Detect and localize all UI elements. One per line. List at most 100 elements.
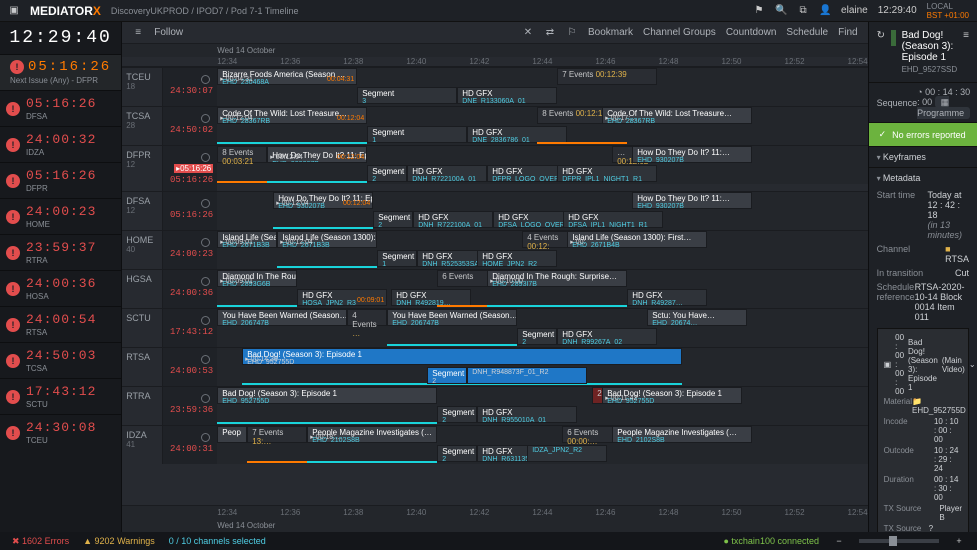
record-icon[interactable] bbox=[201, 153, 210, 162]
timeline-clip[interactable]: Segment 2 bbox=[427, 367, 467, 384]
channel-status[interactable]: 24:00:53 bbox=[162, 348, 217, 386]
more-icon[interactable]: ≡ bbox=[963, 30, 969, 41]
channel-status[interactable]: 24:00:36 bbox=[162, 270, 217, 308]
channel-track[interactable]: Peop 7 Events 13:… People Magazine Inves… bbox=[217, 426, 867, 464]
warnings-count[interactable]: ▲ 9202 Warnings bbox=[83, 536, 155, 546]
alert-row[interactable]: 23:59:37 RTRA bbox=[0, 234, 121, 270]
timeline-clip[interactable]: HD GFX HOSA_JPN2_R3 00:09:01 bbox=[297, 289, 387, 306]
channel-groups-button[interactable]: Channel Groups bbox=[643, 27, 716, 38]
breadcrumb[interactable]: DiscoveryUKPROD / IPOD7 / Pod 7-1 Timeli… bbox=[111, 6, 299, 16]
alert-row[interactable]: 05:16:26 DFSA bbox=[0, 90, 121, 126]
channel-status[interactable]: 23:59:36 bbox=[162, 387, 217, 425]
user-name[interactable]: elaine bbox=[841, 5, 868, 16]
channel-label[interactable]: SCTU bbox=[122, 309, 162, 347]
timeline-clip[interactable]: Segment 1 bbox=[367, 126, 467, 143]
timeline-clip[interactable]: How Do They Do It? 11: Episode 4 ↖ EHD_9… bbox=[267, 146, 367, 163]
channel-status[interactable]: ▸05:16:26 05:16:26 bbox=[162, 146, 217, 191]
timeline-clip[interactable]: Bizarre Foods America (Season … EHD_2304… bbox=[217, 68, 357, 85]
channels-selected[interactable]: 0 / 10 channels selected bbox=[169, 536, 266, 546]
record-icon[interactable] bbox=[201, 114, 210, 123]
record-icon[interactable] bbox=[201, 394, 210, 403]
schedule-button[interactable]: Schedule bbox=[786, 27, 828, 38]
plus-icon[interactable]: + bbox=[953, 536, 965, 546]
alert-row[interactable]: 24:50:03 TCSA bbox=[0, 342, 121, 378]
timeline-clip[interactable]: Segment 3 bbox=[357, 87, 457, 104]
record-icon[interactable] bbox=[201, 199, 210, 208]
media-tag[interactable]: (Main Video) bbox=[942, 356, 965, 374]
channel-label[interactable]: RTSA bbox=[122, 348, 162, 386]
alert-row[interactable]: 24:00:32 IDZA bbox=[0, 126, 121, 162]
timeline-clip[interactable]: How Do They Do It? 11: Episode 4 EHD_930… bbox=[273, 192, 373, 209]
timeline-clip[interactable]: Segment 2 bbox=[437, 406, 477, 423]
channel-label[interactable]: HOME40 bbox=[122, 231, 162, 269]
channel-label[interactable]: TCEU18 bbox=[122, 68, 162, 106]
timeline-clip[interactable]: Segment 1 bbox=[377, 250, 417, 267]
channel-status[interactable]: 24:00:23 bbox=[162, 231, 217, 269]
record-icon[interactable] bbox=[201, 75, 210, 84]
errors-count[interactable]: ✖ 1602 Errors bbox=[12, 536, 69, 547]
channel-status[interactable]: 17:43:12 bbox=[162, 309, 217, 347]
channel-status[interactable]: 24:30:07 bbox=[162, 68, 217, 106]
section-metadata[interactable]: Metadata bbox=[869, 167, 977, 188]
channel-label[interactable]: IDZA41 bbox=[122, 426, 162, 464]
flag-icon[interactable]: ⚐ bbox=[566, 27, 578, 38]
channel-track[interactable]: Diamond In The Rough: Bigger K… EHD_2893… bbox=[217, 270, 867, 308]
timeline-clip[interactable]: You Have Been Warned (Season… EHD_206747… bbox=[387, 309, 517, 326]
timeline-clip[interactable]: Segment 2 bbox=[373, 211, 413, 228]
menu-icon[interactable]: ≡ bbox=[132, 27, 144, 38]
channel-label[interactable]: DFSA12 bbox=[122, 192, 162, 230]
channel-track[interactable]: Island Life (Season 1… EHD_2671B3B ▸ 00:… bbox=[217, 231, 867, 269]
follow-toggle[interactable]: Follow bbox=[154, 27, 183, 38]
timeline-clip[interactable]: HD GFX DFPR_IPL1_NIGHT1_R1 bbox=[557, 165, 657, 182]
timeline-clip[interactable]: DNH_R948873F_01_R2 bbox=[467, 367, 587, 384]
channel-track[interactable]: Code Of The Wild: Lost Treasure… EHD_283… bbox=[217, 107, 867, 145]
timeline-clip[interactable]: Bad Dog! (Season 3): Episode 1 EHD_95275… bbox=[602, 387, 742, 404]
timeline-clip[interactable]: HD GFX DNH_R955010A_01 bbox=[477, 406, 577, 423]
cut-icon[interactable]: ✕ bbox=[522, 27, 534, 38]
timeline-clip[interactable]: How Do They Do It? 11:… EHD_930207B bbox=[632, 146, 752, 163]
countdown-button[interactable]: Countdown bbox=[726, 27, 777, 38]
timeline-clip[interactable]: HD GFX DNE_2836786_01 bbox=[467, 126, 567, 143]
record-icon[interactable] bbox=[201, 355, 210, 364]
timeline-clip[interactable]: HD GFX DFSA_IPL1_NIGHT1_R1 bbox=[563, 211, 663, 228]
channel-status[interactable]: 24:00:31 bbox=[162, 426, 217, 464]
alert-row[interactable]: 24:00:36 HOSA bbox=[0, 270, 121, 306]
timeline-clip[interactable]: Island Life (Season 1… EHD_2671B3B ▸ 00:… bbox=[217, 231, 277, 248]
swap-icon[interactable]: ⇄ bbox=[544, 27, 556, 38]
record-icon[interactable] bbox=[201, 316, 210, 325]
timeline-clip[interactable]: HD GFX DNH_R49287… bbox=[627, 289, 707, 306]
timeline-clip[interactable]: Sctu: You Have… EHD_20674… bbox=[647, 309, 747, 326]
timeline-clip[interactable]: IDZA_JPN2_R2 bbox=[527, 445, 607, 462]
search-icon[interactable]: 🔍 bbox=[775, 5, 787, 16]
timeline-clip[interactable]: You Have Been Warned (Season… EHD_206747… bbox=[217, 309, 347, 326]
timeline-clip[interactable]: Peop bbox=[217, 426, 247, 443]
timeline-clip[interactable]: Segment 2 bbox=[517, 328, 557, 345]
channel-track[interactable]: Bizarre Foods America (Season … EHD_2304… bbox=[217, 68, 867, 106]
bookmark-button[interactable]: Bookmark bbox=[588, 27, 633, 38]
channel-track[interactable]: 8 Events 00:03:21 How Do They Do It? 11:… bbox=[217, 146, 867, 184]
timeline-clip[interactable]: HD GFX DNH_R722100A_01 bbox=[413, 211, 493, 228]
channel-track[interactable]: How Do They Do It? 11: Episode 4 EHD_930… bbox=[217, 192, 867, 230]
menu-cube-icon[interactable]: ▣ bbox=[8, 5, 20, 16]
timeline-clip[interactable]: People Magazine Investigates (… EHD_2102… bbox=[612, 426, 752, 443]
timeline-clip[interactable]: Island Life (Season 1300): First… EHD_26… bbox=[567, 231, 707, 248]
record-icon[interactable] bbox=[201, 433, 210, 442]
channel-status[interactable]: 05:16:26 bbox=[162, 192, 217, 230]
channel-track[interactable]: You Have Been Warned (Season… EHD_206747… bbox=[217, 309, 867, 347]
timeline-clip[interactable]: HD GFX DNH_R492819… bbox=[391, 289, 471, 306]
record-icon[interactable] bbox=[201, 238, 210, 247]
channel-status[interactable]: 24:50:02 bbox=[162, 107, 217, 145]
zoom-slider[interactable] bbox=[859, 539, 939, 543]
channel-label[interactable]: HGSA bbox=[122, 270, 162, 308]
channel-label[interactable]: DFPR12 bbox=[122, 146, 162, 191]
timeline-clip[interactable]: 8 Events 00:03:21 bbox=[217, 146, 267, 163]
timeline-clip[interactable]: Code Of The Wild: Lost Treasure… EHD_283… bbox=[602, 107, 752, 124]
timeline-clip[interactable]: Diamond In The Rough: Surprise… EHD_2893… bbox=[487, 270, 627, 287]
alerts-icon[interactable]: ⚑ bbox=[753, 5, 765, 16]
timeline-clip[interactable]: Bad Dog! (Season 3): Episode 1 EHD_95275… bbox=[242, 348, 682, 365]
timeline-clip[interactable]: HD GFX DNH_R99267A_02 bbox=[557, 328, 657, 345]
timeline-clip[interactable]: 7 Events 00:12:39 bbox=[557, 68, 657, 85]
timeline-clip[interactable]: Island Life (Season 1300): Feeli… EHD_26… bbox=[277, 231, 377, 248]
timeline-clip[interactable]: How Do They Do It? 11:… EHD_930207B bbox=[632, 192, 752, 209]
chevron-down-icon[interactable]: ⌄ bbox=[969, 360, 976, 369]
